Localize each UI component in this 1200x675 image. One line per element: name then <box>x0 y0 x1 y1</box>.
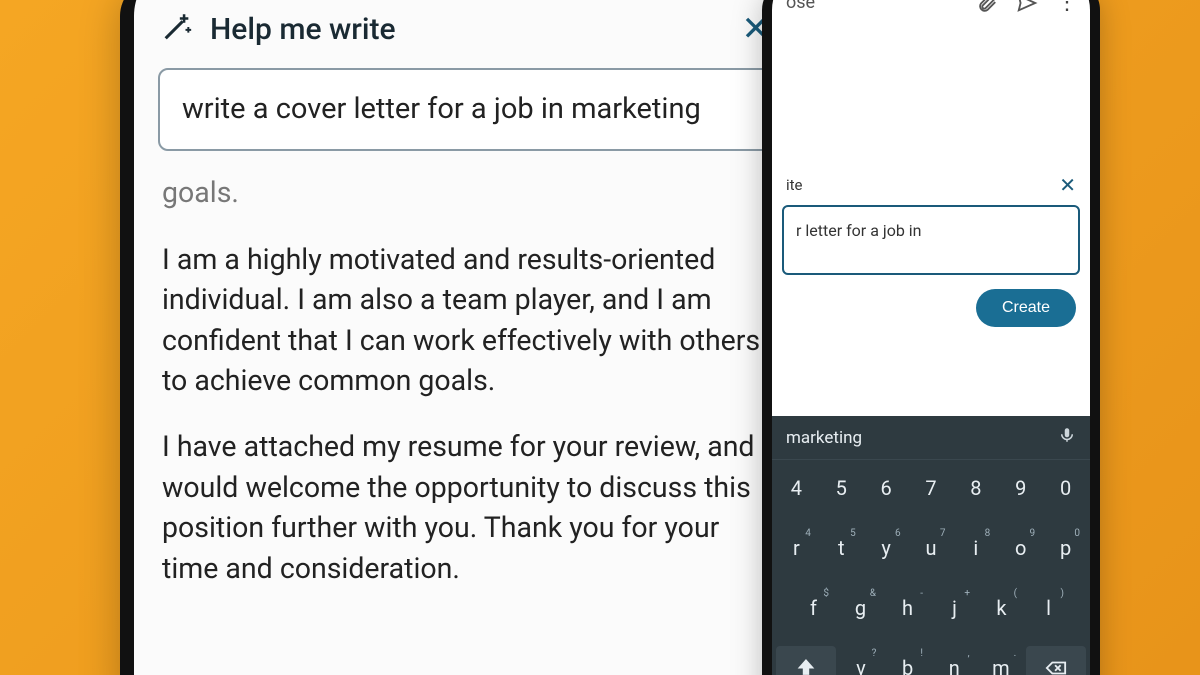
help-me-write-title: Help me write <box>210 12 716 47</box>
close-icon[interactable]: ✕ <box>1059 173 1076 197</box>
key-j[interactable]: j+ <box>933 586 976 634</box>
key-u[interactable]: u7 <box>911 526 952 574</box>
prompt-text: write a cover letter for a job in market… <box>182 90 758 129</box>
key-p[interactable]: p0 <box>1045 526 1086 574</box>
wand-icon <box>160 10 194 48</box>
compose-body: ite ✕ r letter for a job in Create <box>772 23 1090 416</box>
key-m[interactable]: m. <box>980 646 1023 675</box>
help-me-write-mini-panel: ite ✕ r letter for a job in Create <box>772 163 1090 339</box>
send-icon[interactable] <box>1016 0 1038 14</box>
cutoff-fragment: goals. <box>162 173 778 213</box>
generated-body: goals. I am a highly motivated and resul… <box>152 173 788 589</box>
key-0[interactable]: 0 <box>1045 466 1086 514</box>
key-b[interactable]: b! <box>886 646 929 675</box>
prompt-input-mini-text: r letter for a job in <box>796 221 922 240</box>
menu-dots-icon[interactable]: ⋮ <box>1056 0 1076 15</box>
phone-left-frame: Help me write ✕ write a cover letter for… <box>120 0 820 675</box>
mic-icon[interactable] <box>1058 426 1076 449</box>
compose-toolbar: ose ⋮ <box>772 0 1090 23</box>
key-8[interactable]: 8 <box>955 466 996 514</box>
prompt-input[interactable]: write a cover letter for a job in market… <box>158 68 782 151</box>
key-k[interactable]: k( <box>980 586 1023 634</box>
key-f[interactable]: f$ <box>792 586 835 634</box>
compose-title-fragment: ose <box>786 0 815 13</box>
key-i[interactable]: i8 <box>955 526 996 574</box>
phone-right-frame: ose ⋮ ite ✕ r letter for a job in Create… <box>762 0 1100 675</box>
key-g[interactable]: g& <box>839 586 882 634</box>
phone-side-button <box>1090 60 1094 110</box>
key-l[interactable]: l) <box>1027 586 1070 634</box>
shift-icon[interactable] <box>776 646 836 675</box>
key-v[interactable]: v? <box>840 646 883 675</box>
body-paragraph-2: I have attached my resume for your revie… <box>162 427 778 589</box>
create-button[interactable]: Create <box>976 289 1076 327</box>
key-9[interactable]: 9 <box>1000 466 1041 514</box>
key-y[interactable]: y6 <box>866 526 907 574</box>
body-paragraph-1: I am a highly motivated and results-orie… <box>162 240 778 402</box>
paperclip-icon[interactable] <box>976 0 998 14</box>
key-7[interactable]: 7 <box>911 466 952 514</box>
key-n[interactable]: n, <box>933 646 976 675</box>
keyboard-bottom-row: v?b!n,m. <box>772 640 1090 675</box>
keyboard-mid-row: f$g&h-j+k(l) <box>772 580 1090 640</box>
suggestion-word[interactable]: marketing <box>786 428 1058 448</box>
hmw-mini-label: ite <box>786 176 1059 194</box>
key-4[interactable]: 4 <box>776 466 817 514</box>
keyboard-suggestion-bar: marketing <box>772 416 1090 460</box>
key-6[interactable]: 6 <box>866 466 907 514</box>
key-5[interactable]: 5 <box>821 466 862 514</box>
backspace-icon[interactable] <box>1026 646 1086 675</box>
keyboard-number-row: 4567890 <box>772 460 1090 520</box>
keyboard-top-row: r4t5y6u7i8o9p0 <box>772 520 1090 580</box>
prompt-input-mini[interactable]: r letter for a job in <box>782 205 1080 275</box>
onscreen-keyboard: marketing 4567890 r4t5y6u7i8o9p0 f$g&h-j… <box>772 416 1090 675</box>
help-me-write-header: Help me write ✕ <box>152 4 788 68</box>
key-r[interactable]: r4 <box>776 526 817 574</box>
key-t[interactable]: t5 <box>821 526 862 574</box>
key-o[interactable]: o9 <box>1000 526 1041 574</box>
key-h[interactable]: h- <box>886 586 929 634</box>
